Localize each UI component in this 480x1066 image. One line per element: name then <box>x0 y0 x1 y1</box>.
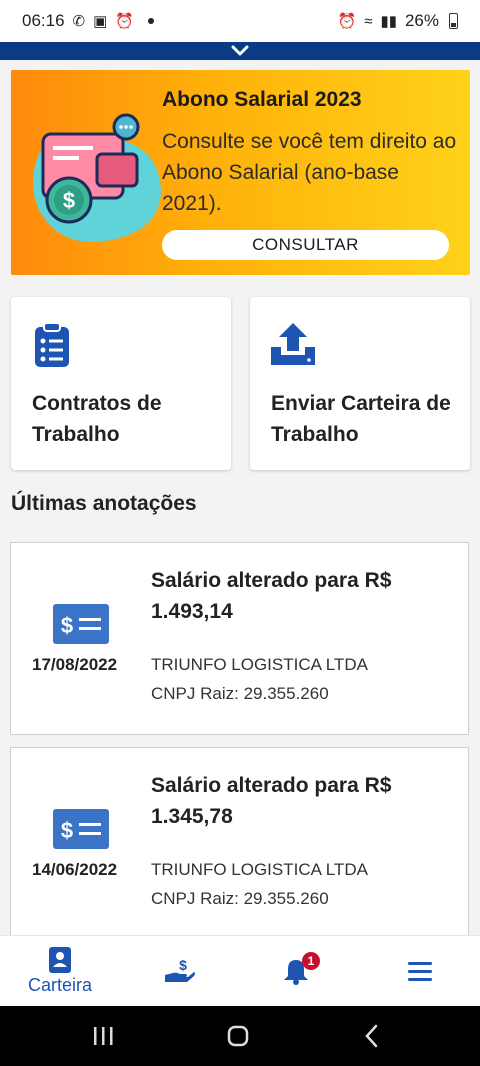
home-icon[interactable] <box>218 1021 258 1051</box>
alarm-icon: ⏰ <box>115 12 134 30</box>
salary-bill-icon: $ <box>53 604 109 644</box>
notification-dot-icon <box>148 18 154 24</box>
recent-apps-icon[interactable] <box>83 1021 123 1051</box>
upload-icon <box>271 323 315 365</box>
entry-cnpj: CNPJ Raiz: 29.355.260 <box>151 889 329 908</box>
whatsapp-icon: ✆ <box>72 12 86 30</box>
clipboard-list-icon <box>35 322 69 367</box>
tab-notificacoes[interactable]: 1 <box>256 936 336 1006</box>
consultar-button[interactable]: CONSULTAR <box>162 230 449 260</box>
tab-carteira[interactable]: Carteira <box>15 936 105 1006</box>
system-nav-bar <box>0 1006 480 1066</box>
status-time: 06:16 <box>22 11 65 30</box>
list-item[interactable]: $ 17/08/2022 Salário alterado para R$ 1.… <box>10 542 469 735</box>
entry-cnpj: CNPJ Raiz: 29.355.260 <box>151 684 329 703</box>
svg-text:$: $ <box>63 188 75 213</box>
menu-icon <box>408 962 432 981</box>
bottom-tab-bar: Carteira $ 1 <box>0 935 480 1006</box>
wifi-icon: ≈ <box>364 12 373 30</box>
entry-title: Salário alterado para R$ 1.345,78 <box>151 774 392 828</box>
tab-beneficios[interactable]: $ <box>140 936 220 1006</box>
screenshot-icon: ▣ <box>93 12 108 30</box>
banner-title: Abono Salarial 2023 <box>162 88 362 111</box>
entry-date: 17/08/2022 <box>32 655 118 674</box>
abono-banner[interactable]: $ Abono Salarial 2023 Consulte se você t… <box>11 70 470 275</box>
back-icon[interactable] <box>352 1021 392 1051</box>
battery-icon <box>449 13 458 29</box>
svg-text:$: $ <box>61 613 73 638</box>
status-bar: 06:16 ✆ ▣ ⏰ ⏰ ≈ ▮▮ 26% <box>0 0 480 42</box>
card-label: Enviar Carteira de Trabalho <box>271 392 451 446</box>
chevron-down-icon[interactable] <box>231 45 249 57</box>
wallet-money-illustration-icon: $ <box>32 113 161 242</box>
app-header[interactable] <box>0 42 480 60</box>
list-item[interactable]: $ 14/06/2022 Salário alterado para R$ 1.… <box>10 747 469 940</box>
salary-bill-icon: $ <box>53 809 109 849</box>
section-title: Últimas anotações <box>11 492 197 515</box>
svg-text:$: $ <box>61 818 73 843</box>
notification-badge: 1 <box>302 952 320 970</box>
enviar-carteira-card[interactable]: Enviar Carteira de Trabalho <box>250 297 470 470</box>
person-card-icon <box>49 946 71 973</box>
battery-percent: 26% <box>404 11 439 30</box>
banner-description: Consulte se você tem direito ao Abono Sa… <box>162 130 457 215</box>
tab-menu[interactable] <box>380 936 460 1006</box>
contratos-de-trabalho-card[interactable]: Contratos de Trabalho <box>11 297 231 470</box>
svg-text:$: $ <box>179 957 187 973</box>
tab-label: Carteira <box>27 974 93 995</box>
entry-title: Salário alterado para R$ 1.493,14 <box>151 569 392 623</box>
signal-icon: ▮▮ <box>380 12 397 30</box>
card-label: Contratos de Trabalho <box>32 392 162 446</box>
alarm-status-icon: ⏰ <box>337 12 357 30</box>
entry-company: TRIUNFO LOGISTICA LTDA <box>151 655 368 674</box>
entry-date: 14/06/2022 <box>32 860 118 879</box>
money-hand-icon: $ <box>165 957 195 982</box>
entry-company: TRIUNFO LOGISTICA LTDA <box>151 860 368 879</box>
